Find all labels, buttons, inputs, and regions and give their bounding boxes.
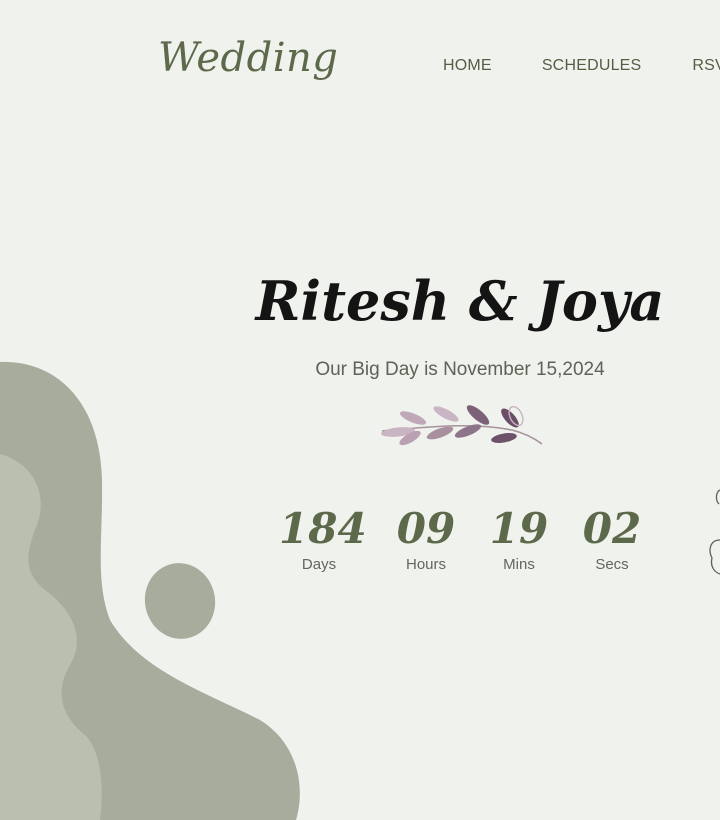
site-logo[interactable]: Wedding [158,38,338,78]
countdown-timer: 184 Days 09 Hours 19 Mins 02 Secs [0,504,720,606]
countdown-hours: 09 Hours [389,504,463,574]
hours-value: 09 [396,504,456,553]
nav-home-link[interactable]: HOME [443,57,492,75]
line-art-doodle-icon [709,489,720,575]
hours-label: Hours [405,556,446,574]
big-day-subtitle: Our Big Day is November 15,2024 [315,359,605,380]
couple-names-heading: Ritesh & Joya [255,269,665,333]
countdown-days: 184 Days [279,504,367,574]
mins-label: Mins [503,556,535,574]
countdown-secs: 02 Secs [582,504,642,574]
countdown-mins: 19 Mins [489,504,549,574]
days-value: 184 [279,504,367,553]
days-label: Days [301,556,337,574]
secs-label: Secs [595,556,629,574]
nav-schedules-link[interactable]: SCHEDULES [542,57,642,75]
mins-value: 19 [489,504,549,553]
secs-value: 02 [582,504,642,553]
nav-rsvp-link[interactable]: RSVP [692,57,720,75]
main-nav: HOME SCHEDULES RSVP [443,57,720,75]
background-blobs [0,361,300,820]
leaf-sprig-icon [381,405,543,446]
